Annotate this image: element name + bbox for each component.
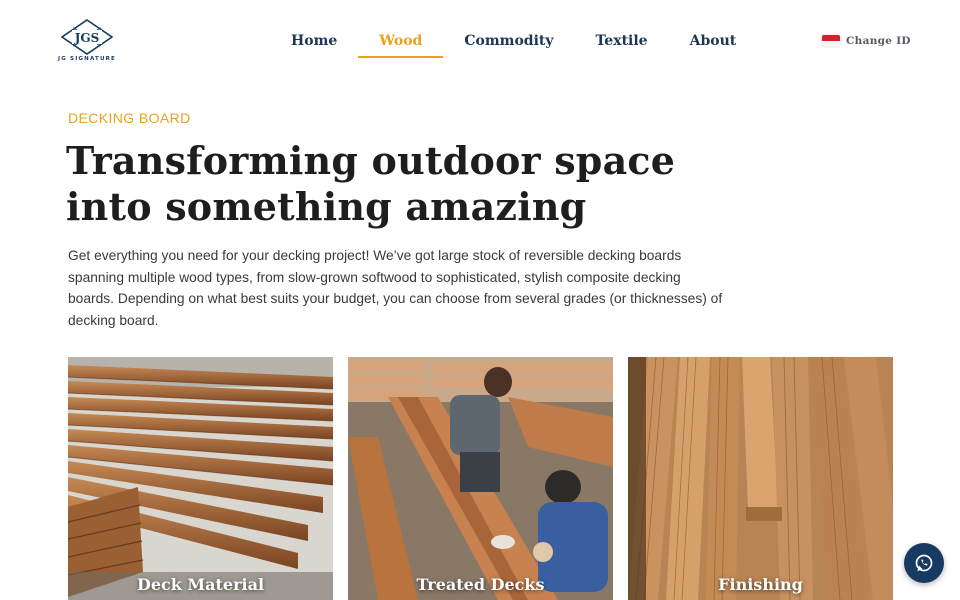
finishing-photo <box>628 357 893 600</box>
card-deck-material[interactable]: Deck Material <box>68 357 333 600</box>
whatsapp-icon <box>915 554 933 572</box>
page-description: Get everything you need for your decking… <box>68 248 723 328</box>
treated-decks-photo <box>348 357 613 600</box>
nav-commodity[interactable]: Commodity <box>443 28 574 58</box>
category-cards: Deck Material Treated Decks Finishing <box>68 357 893 600</box>
card-treated-decks[interactable]: Treated Decks <box>348 357 613 600</box>
nav-wood[interactable]: Wood <box>358 28 444 58</box>
card-finishing[interactable]: Finishing <box>628 357 893 600</box>
nav-home[interactable]: Home <box>270 28 358 58</box>
logo-monogram: JGS <box>74 31 100 45</box>
card-label: Treated Decks <box>416 575 545 594</box>
site-header: JGS JG SIGNATURE Home Wood Commodity Tex… <box>0 0 960 84</box>
indonesia-flag-icon <box>822 35 840 47</box>
nav-textile[interactable]: Textile <box>575 28 669 58</box>
nav-about[interactable]: About <box>669 28 758 58</box>
section-eyebrow: DECKING BOARD <box>68 110 191 126</box>
deck-material-photo <box>68 357 333 600</box>
card-label: Finishing <box>718 575 803 594</box>
whatsapp-chat-button[interactable] <box>904 543 944 583</box>
main-nav: Home Wood Commodity Textile About <box>270 28 757 60</box>
page-title: Transforming outdoor space into somethin… <box>66 138 676 229</box>
logo-diamond-icon: JGS <box>60 19 114 55</box>
language-label: Change ID <box>846 35 911 47</box>
card-label: Deck Material <box>136 575 265 594</box>
brand-logo[interactable]: JGS JG SIGNATURE <box>56 18 118 66</box>
language-switcher[interactable]: Change ID <box>822 35 911 47</box>
logo-tagline: JG SIGNATURE <box>57 56 117 62</box>
